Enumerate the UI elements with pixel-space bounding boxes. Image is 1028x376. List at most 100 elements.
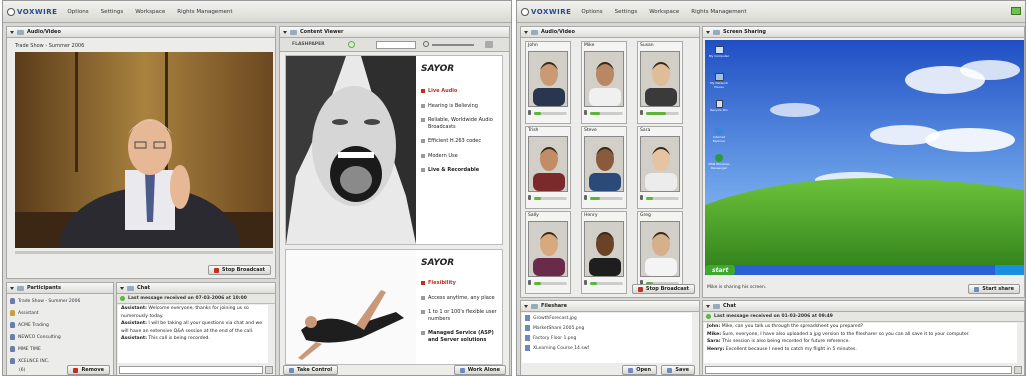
stop-broadcast-button[interactable]: Stop Broadcast [631, 284, 695, 294]
print-icon[interactable] [485, 41, 493, 48]
participant-tile[interactable]: Henry [581, 211, 627, 294]
audio-level-meter [590, 112, 623, 115]
chat-panel: Chat Last message received on 07-03-2006… [116, 282, 276, 375]
participant-row[interactable]: ACME Trading [7, 319, 113, 331]
collapse-icon[interactable] [706, 30, 710, 34]
audio-level-fill [590, 282, 597, 285]
microphone-icon[interactable] [640, 195, 643, 200]
participant-row[interactable]: NEWCO Consulting [7, 331, 113, 343]
panel-title[interactable]: Chat [703, 301, 1024, 312]
save-button[interactable]: Save [661, 365, 695, 375]
collapse-icon[interactable] [524, 30, 528, 34]
microphone-icon[interactable] [528, 110, 531, 115]
remove-button[interactable]: Remove [67, 365, 110, 375]
chat-input[interactable] [119, 366, 263, 374]
panel-title[interactable]: Content Viewer [280, 27, 509, 38]
zoom-icon[interactable] [423, 41, 429, 47]
menu-options[interactable]: Options [67, 9, 88, 15]
shared-desktop[interactable]: start My Computer My Network Places Recy… [705, 40, 1024, 275]
microphone-icon[interactable] [584, 195, 587, 200]
collapse-icon[interactable] [524, 304, 528, 308]
chat-input[interactable] [705, 366, 1012, 374]
panel-title[interactable]: Audio/Video [7, 27, 275, 38]
collapse-icon[interactable] [10, 30, 14, 34]
start-share-label: Start share [982, 286, 1014, 292]
participant-row[interactable]: Assistant [7, 307, 113, 319]
desktop-icon-my-computer[interactable]: My Computer [708, 46, 730, 73]
file-row[interactable]: GrowthForecast.jpg [522, 313, 692, 323]
file-row[interactable]: XLearning Course 14.swf [522, 343, 692, 353]
panel-title[interactable]: Chat [117, 283, 275, 294]
participant-video [528, 136, 568, 192]
message-icon [120, 296, 125, 301]
collapse-icon[interactable] [120, 286, 124, 290]
participant-tile[interactable]: Greg [637, 211, 683, 294]
menu-settings[interactable]: Settings [101, 9, 124, 15]
participant-tile[interactable]: Susan [637, 41, 683, 124]
file-icon [525, 315, 530, 321]
audio-level-meter [590, 282, 623, 285]
audio-level-fill [534, 282, 541, 285]
participant-name: Sara [640, 128, 651, 133]
chat-panel: Chat Last message received on 01-03-2006… [702, 300, 1025, 375]
participant-tile[interactable]: Sally [525, 211, 571, 294]
bullet-icon [421, 331, 425, 335]
participant-tile[interactable]: Mike [581, 41, 627, 124]
send-button[interactable] [265, 366, 273, 374]
sharing-status: Mike is sharing his screen. [707, 285, 767, 290]
stop-broadcast-button[interactable]: Stop Broadcast [207, 265, 271, 275]
desktop-icon-label: My Computer [708, 54, 730, 58]
menu-settings[interactable]: Settings [615, 9, 638, 15]
message-icon [706, 314, 711, 319]
desktop-icon-network[interactable]: My Network Places [708, 73, 730, 100]
app-logo: VOXWIRE [7, 7, 57, 16]
take-control-button[interactable]: Take Control [283, 365, 339, 375]
page-1-content: SAYOR Live Audio Hearing is Believing Re… [421, 64, 501, 182]
panel-title[interactable]: Participants [7, 283, 113, 294]
open-button[interactable]: Open [622, 365, 657, 375]
microphone-icon[interactable] [528, 195, 531, 200]
desktop-icon-messenger[interactable]: MSN Windows Messenger [708, 154, 730, 181]
collapse-icon[interactable] [10, 286, 14, 290]
participant-row[interactable]: Trade Show - Summer 2006 [7, 295, 113, 307]
participant-row[interactable]: MME TIME [7, 343, 113, 355]
desktop-icon-label: Internet Explorer [712, 135, 726, 143]
panel-icon [290, 29, 297, 35]
collapse-icon[interactable] [283, 30, 287, 34]
page-input[interactable] [376, 41, 416, 49]
panel-title[interactable]: Fileshare [521, 301, 699, 312]
bullet-text: Live & Recordable [428, 167, 480, 173]
microphone-icon[interactable] [528, 280, 531, 285]
microphone-icon[interactable] [584, 280, 587, 285]
refresh-icon[interactable] [348, 41, 355, 48]
panel-title[interactable]: Screen Sharing [703, 27, 1024, 38]
video-progress[interactable] [15, 251, 273, 254]
stop-broadcast-label: Stop Broadcast [645, 286, 689, 292]
panel-title-text: Participants [27, 285, 62, 291]
bullet-item: Efficient H.263 codec [421, 138, 501, 145]
work-alone-button[interactable]: Work Alone [453, 365, 506, 375]
participant-tile[interactable]: Sara [637, 126, 683, 209]
microphone-icon[interactable] [640, 110, 643, 115]
participant-tile[interactable]: John [525, 41, 571, 124]
panel-title[interactable]: Audio/Video [521, 27, 699, 38]
menu-rights-management[interactable]: Rights Management [691, 9, 746, 15]
desktop-icon-ie[interactable]: Internet Explorer [708, 127, 730, 154]
desktop-icon-recycle-bin[interactable]: Recycle Bin [708, 100, 730, 127]
menu-workspace[interactable]: Workspace [135, 9, 165, 15]
start-share-button[interactable]: Start share [968, 284, 1020, 294]
menu-rights-management[interactable]: Rights Management [177, 9, 232, 15]
participant-tile[interactable]: Trish [525, 126, 571, 209]
menu-workspace[interactable]: Workspace [649, 9, 679, 15]
work-alone-icon [459, 367, 465, 373]
bullet-icon [421, 281, 425, 285]
file-row[interactable]: Factory Floor 1.png [522, 333, 692, 343]
zoom-slider[interactable] [432, 44, 474, 46]
send-button[interactable] [1014, 366, 1022, 374]
menu-options[interactable]: Options [581, 9, 602, 15]
file-row[interactable]: MarketShare 2005.png [522, 323, 692, 333]
bullet-item: Live Audio [421, 88, 501, 95]
microphone-icon[interactable] [584, 110, 587, 115]
participant-tile[interactable]: Steve [581, 126, 627, 209]
collapse-icon[interactable] [706, 304, 710, 308]
